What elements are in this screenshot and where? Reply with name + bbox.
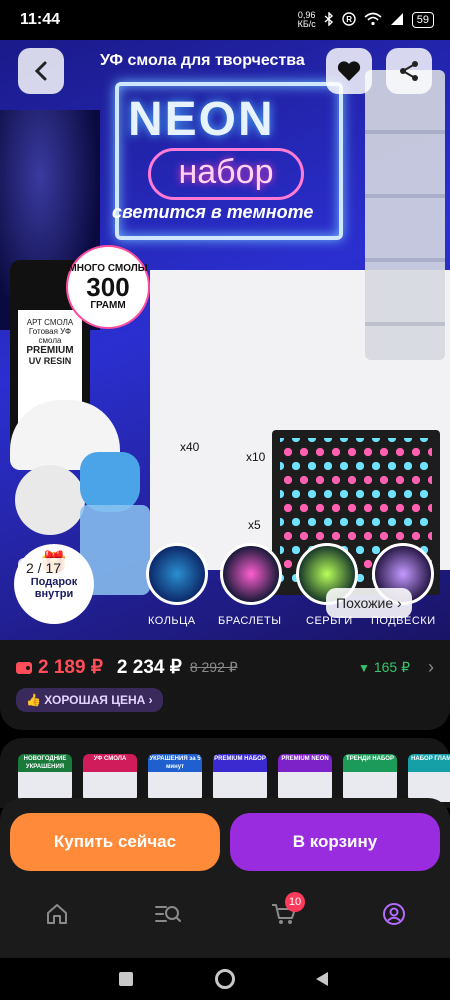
variant-label: НОВОГОДНИЕ УКРАШЕНИЯ <box>18 754 72 773</box>
neon-word: NEON <box>128 93 275 146</box>
catalog-search-icon <box>155 906 181 922</box>
variant-label: УКРАШЕНИЯ за 5 минут <box>148 754 202 773</box>
back-triangle-icon <box>316 972 328 986</box>
count-label: x5 <box>248 518 261 532</box>
gift-badge: 🎁 Подарок внутри <box>14 544 94 624</box>
action-bar: Купить сейчас В корзину 10 <box>0 798 450 958</box>
variant-label: PREMIUM НАБОР <box>213 754 267 773</box>
bottle-label-brand: АРТ СМОЛА <box>26 318 74 327</box>
product-image-gallery[interactable]: УФ смола для творчества NEON набор свети… <box>0 40 450 640</box>
nabor-word: набор <box>148 148 304 200</box>
good-price-badge[interactable]: 👍 ХОРОШАЯ ЦЕНА › <box>16 688 163 712</box>
old-price: 8 292 ₽ <box>189 659 238 675</box>
resin-amount-badge: МНОГО СМОЛЫ 300 ГРАММ <box>66 245 150 329</box>
count-label: x10 <box>246 450 266 464</box>
silicone-molds-image <box>365 70 445 360</box>
glows-in-dark-text: светится в темноте <box>112 202 314 222</box>
tab-profile[interactable] <box>374 898 414 930</box>
variant-thumbnail[interactable]: НАБОР ГЛАМУР <box>408 754 450 802</box>
count-label: x40 <box>180 440 200 454</box>
gift-text: Подарок внутри <box>30 576 78 600</box>
variant-label: ТРЕНДИ НАБОР <box>343 754 397 773</box>
square-icon <box>119 972 133 986</box>
thumbs-up-icon: 👍 <box>26 693 41 707</box>
chevron-right-icon: › <box>428 657 434 677</box>
bottle-label-line: PREMIUM <box>26 345 74 356</box>
tab-cart[interactable]: 10 <box>264 892 305 930</box>
back-button[interactable] <box>18 48 64 94</box>
wallet-card-icon <box>16 661 32 674</box>
variant-thumbnail[interactable]: PREMIUM НАБОР <box>213 754 267 802</box>
variant-thumbnail[interactable]: УФ СМОЛА <box>83 754 137 802</box>
bottle-label-line: UV RESIN <box>28 356 72 366</box>
status-time: 11:44 <box>20 11 61 28</box>
home-button[interactable] <box>214 968 236 990</box>
battery-icon: 59 <box>411 12 434 28</box>
bottle-label-line: Готовая УФ смола <box>28 327 72 345</box>
heart-icon <box>337 61 361 81</box>
cashback: ▼ 165 ₽ <box>358 659 410 676</box>
system-nav-bar <box>0 958 450 1000</box>
network-speed-unit: КБ/с <box>297 19 316 29</box>
price-row[interactable]: 2 189 ₽ 2 234 ₽ 8 292 ₽ ▼ 165 ₽ › <box>16 656 434 679</box>
favorite-button[interactable] <box>326 48 372 94</box>
back-nav-button[interactable] <box>311 968 333 990</box>
image-counter: 2 / 17 <box>18 558 70 578</box>
buy-now-button[interactable]: Купить сейчас <box>10 813 220 871</box>
regular-price: 2 234 ₽ <box>116 657 182 678</box>
add-to-cart-button[interactable]: В корзину <box>230 813 440 871</box>
signal-icon <box>390 12 404 29</box>
tab-home[interactable] <box>37 898 77 930</box>
registered-icon: R <box>342 11 356 29</box>
status-icons: 0,96 КБ/с R 59 <box>298 11 434 29</box>
caption-bracelets: БРАСЛЕТЫ <box>218 615 282 627</box>
share-button[interactable] <box>386 48 432 94</box>
cashback-amount: 165 ₽ <box>373 659 410 675</box>
status-bar: 11:44 0,96 КБ/с R 59 <box>0 0 450 40</box>
share-icon <box>400 61 418 81</box>
network-speed: 0,96 КБ/с <box>298 11 316 29</box>
bluetooth-icon <box>324 10 334 29</box>
tab-catalog-search[interactable] <box>148 898 188 930</box>
variant-label: НАБОР ГЛАМУР <box>408 754 450 773</box>
hero-title: УФ смола для творчества <box>100 52 305 69</box>
respirator-image <box>15 465 85 535</box>
caption-rings: КОЛЬЦА <box>148 615 196 627</box>
good-price-label: ХОРОШАЯ ЦЕНА › <box>44 693 153 707</box>
wifi-icon <box>364 12 382 29</box>
variant-label: УФ СМОЛА <box>83 754 137 773</box>
circle-icon <box>215 969 235 989</box>
recents-button[interactable] <box>115 968 137 990</box>
gloves-image <box>80 452 140 512</box>
variant-label: PREMIUM NEON <box>278 754 332 773</box>
svg-text:R: R <box>346 15 352 24</box>
cart-count-badge: 10 <box>285 892 305 912</box>
variant-thumbnail[interactable]: УКРАШЕНИЯ за 5 минут <box>148 754 202 802</box>
rings-thumbnail <box>146 543 208 605</box>
variant-thumbnail[interactable]: НОВОГОДНИЕ УКРАШЕНИЯ <box>18 754 72 802</box>
variant-thumbnail[interactable]: PREMIUM NEON <box>278 754 332 802</box>
profile-icon <box>383 903 405 925</box>
card-price: 2 189 ₽ <box>38 657 103 678</box>
home-icon <box>47 904 67 924</box>
price-card: 2 189 ₽ 2 234 ₽ 8 292 ₽ ▼ 165 ₽ › 👍 ХОРО… <box>0 640 450 730</box>
down-triangle-icon: ▼ <box>357 660 370 675</box>
similar-button[interactable]: Похожие › <box>326 588 412 618</box>
bracelets-thumbnail <box>220 543 282 605</box>
badge-number: 300 <box>86 272 130 302</box>
back-icon <box>34 61 47 81</box>
badge-unit: ГРАММ <box>90 300 126 311</box>
variant-thumbnail[interactable]: ТРЕНДИ НАБОР <box>343 754 397 802</box>
